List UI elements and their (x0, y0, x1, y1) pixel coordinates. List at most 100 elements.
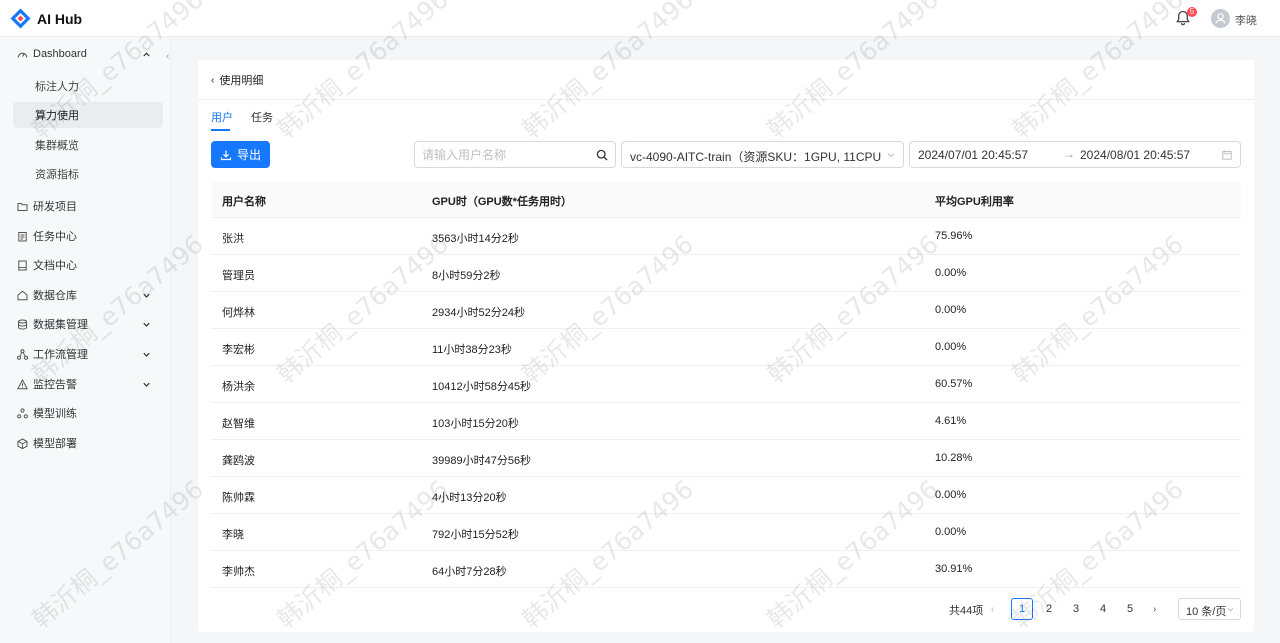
page-size-select[interactable]: 10 条/页 (1178, 598, 1241, 620)
user-name-cell: 李宏彬 (222, 344, 255, 356)
resource-select-value: vc-4090-AITC-train（资源SKU：1GPU, 11CPU, 1.… (630, 150, 882, 164)
sidebar-item-workflow[interactable]: 工作流管理 (0, 340, 171, 368)
username[interactable]: 李晓 (1235, 12, 1257, 28)
sidebar-item-projects[interactable]: 研发项目 (0, 192, 171, 220)
sidebar-item-task-center[interactable]: 任务中心 (0, 222, 171, 250)
sidebar-subitem-resource-metrics[interactable]: 资源指标 (13, 161, 163, 187)
pagination-page-5[interactable]: 5 (1119, 598, 1141, 620)
chevron-down-icon (143, 382, 150, 387)
gpu-hours-cell: 2934小时52分24秒 (432, 307, 525, 319)
sidebar-item-label: 模型部署 (33, 438, 77, 450)
pagination-page-2[interactable]: 2 (1038, 598, 1060, 620)
sidebar-item-label: 工作流管理 (33, 349, 88, 361)
user-name-cell: 张洪 (222, 233, 244, 245)
gpu-utilization-cell: 0.00% (935, 489, 967, 501)
arrow-right-icon: → (1063, 147, 1075, 161)
sidebar-item-model-training[interactable]: 模型训练 (0, 399, 171, 427)
gpu-hours-cell: 792小时15分52秒 (432, 529, 519, 541)
gpu-utilization-cell: 0.00% (935, 341, 967, 353)
date-end-input[interactable]: 2024/08/01 20:45:57 (1080, 148, 1190, 162)
user-name-cell: 赵智维 (222, 418, 255, 430)
gpu-utilization-cell: 10.28% (935, 452, 973, 464)
sidebar-item-monitoring-alerts[interactable]: 监控告警 (0, 370, 171, 398)
pagination-page-4[interactable]: 4 (1092, 598, 1114, 620)
sidebar-subitem-cluster-overview[interactable]: 集群概览 (13, 132, 163, 158)
database-icon (18, 319, 27, 330)
export-button[interactable]: 导出 (211, 141, 270, 168)
pagination-page-1[interactable]: 1 (1011, 598, 1033, 620)
sidebar-collapse-icon[interactable]: ‹ (166, 51, 169, 62)
alert-icon (17, 378, 28, 389)
table-row: 赵智维 103小时15分20秒 4.61% (211, 403, 1241, 440)
user-name-cell: 李帅杰 (222, 566, 255, 578)
user-search (414, 141, 616, 168)
main-content: ‹ 使用明细 用户 任务 导出 vc-4090-AITC-train（资源SKU… (198, 60, 1254, 632)
date-start-input[interactable]: 2024/07/01 20:45:57 (918, 148, 1028, 162)
gpu-hours-cell: 10412小时58分45秒 (432, 381, 532, 393)
resource-select[interactable]: vc-4090-AITC-train（资源SKU：1GPU, 11CPU, 1.… (621, 141, 904, 168)
workflow-icon (17, 348, 28, 360)
table-row: 杨洪余 10412小时58分45秒 60.57% (211, 366, 1241, 403)
chevron-left-icon: ‹ (211, 74, 215, 86)
sidebar-subitem-compute-usage[interactable]: 算力使用 (13, 102, 163, 128)
sidebar-item-dashboard[interactable]: Dashboard (0, 40, 171, 68)
table-row: 李帅杰 64小时7分28秒 30.91% (211, 551, 1241, 588)
table-row: 李宏彬 11小时38分23秒 0.00% (211, 329, 1241, 366)
export-button-label: 导出 (236, 148, 261, 162)
sidebar-subitem-annotation[interactable]: 标注人力 (13, 73, 163, 99)
pagination-prev-icon[interactable]: ‹ (991, 604, 994, 615)
divider (198, 99, 1254, 100)
column-header: 平均GPU利用率 (935, 196, 1014, 208)
gpu-utilization-cell: 60.57% (935, 378, 973, 390)
gpu-hours-cell: 3563小时14分2秒 (432, 233, 519, 245)
ai-hub-logo-icon (10, 8, 31, 29)
model-training-icon (17, 407, 28, 418)
sidebar-item-label: Dashboard (33, 48, 87, 60)
back-link[interactable]: ‹ 使用明细 (211, 72, 263, 88)
search-input[interactable] (422, 147, 592, 163)
gpu-hours-cell: 11小时38分23秒 (432, 344, 512, 356)
calendar-icon (1222, 150, 1232, 160)
notification-badge: 5 (1187, 7, 1197, 17)
sidebar-item-label: 模型训练 (33, 408, 77, 420)
app-logo[interactable]: AI Hub (10, 8, 82, 29)
chevron-down-icon (143, 352, 150, 357)
user-name-cell: 管理员 (222, 270, 255, 282)
search-icon[interactable] (596, 149, 608, 161)
date-range-picker[interactable]: 2024/07/01 20:45:57 → 2024/08/01 20:45:5… (909, 141, 1241, 168)
page-size-value: 10 条/页 (1186, 606, 1227, 618)
sidebar-subitem-label: 标注人力 (35, 81, 79, 93)
chevron-up-icon (143, 51, 150, 56)
app-name: AI Hub (37, 10, 83, 27)
task-icon (18, 231, 27, 241)
model-deploy-icon (17, 437, 28, 449)
gpu-hours-cell: 103小时15分20秒 (432, 418, 519, 430)
column-header: 用户名称 (222, 196, 266, 208)
gpu-utilization-cell: 0.00% (935, 267, 967, 279)
user-name-cell: 李晓 (222, 529, 244, 541)
sidebar-item-model-deploy[interactable]: 模型部署 (0, 429, 171, 457)
chevron-down-icon (143, 322, 150, 327)
chevron-down-icon (1227, 607, 1234, 612)
sidebar-subitem-label: 资源指标 (35, 169, 79, 181)
sidebar-item-docs[interactable]: 文档中心 (0, 251, 171, 279)
tab-tasks[interactable]: 任务 (251, 109, 273, 125)
user-icon (1215, 13, 1226, 24)
pagination-next-icon[interactable]: › (1153, 604, 1156, 615)
gpu-utilization-cell: 30.91% (935, 563, 973, 575)
chevron-down-icon (143, 293, 150, 298)
folder-icon (17, 202, 28, 211)
sidebar-item-data-warehouse[interactable]: 数据仓库 (0, 281, 171, 309)
avatar[interactable] (1211, 9, 1230, 28)
sidebar-subitem-label: 集群概览 (35, 140, 79, 152)
dashboard-icon (17, 52, 28, 58)
sidebar-item-label: 监控告警 (33, 379, 77, 391)
pagination-page-3[interactable]: 3 (1065, 598, 1087, 620)
top-bar: AI Hub 5 李晓 (0, 0, 1280, 37)
sidebar-item-dataset-management[interactable]: 数据集管理 (0, 310, 171, 338)
user-name-cell: 杨洪余 (222, 381, 255, 393)
active-tab-indicator (211, 129, 230, 131)
tab-users[interactable]: 用户 (211, 109, 233, 125)
chevron-down-icon (887, 153, 895, 158)
gpu-hours-cell: 8小时59分2秒 (432, 270, 501, 282)
